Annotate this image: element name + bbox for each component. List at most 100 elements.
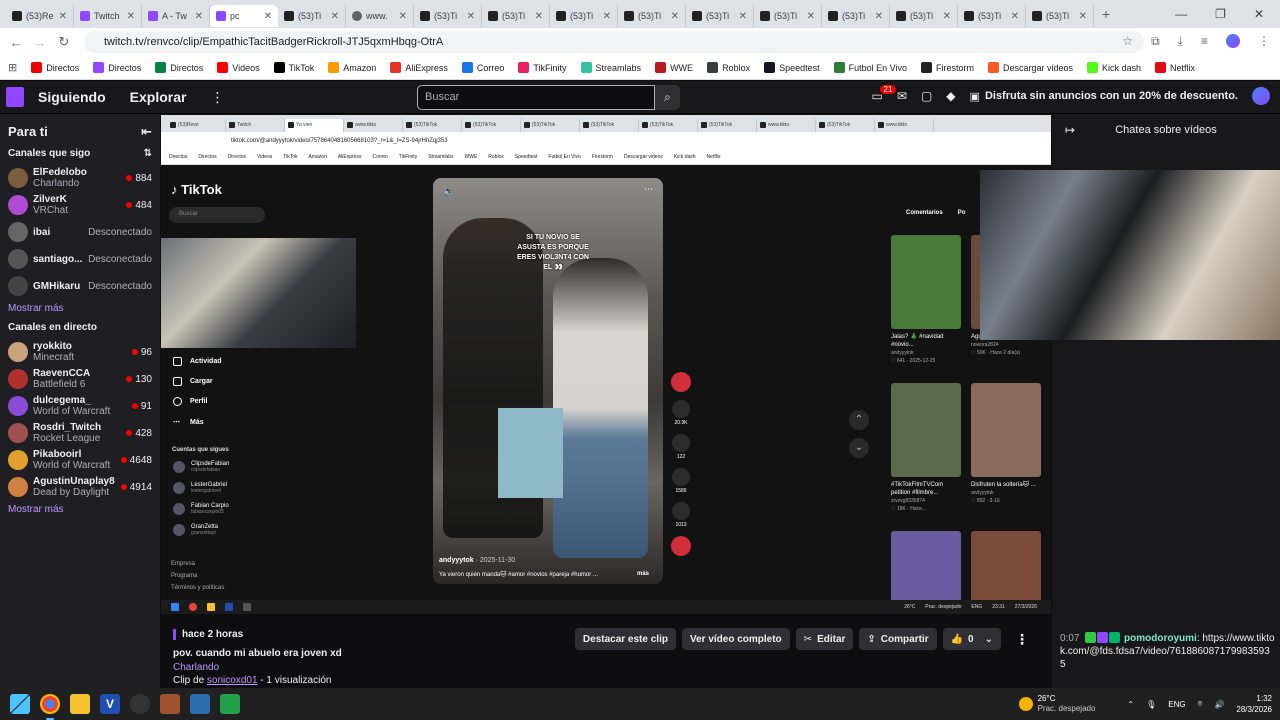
sidebar-channel[interactable]: ryokkito Minecraft 96 (8, 339, 152, 365)
bookmark-star-icon[interactable]: ☆ (1122, 34, 1133, 49)
new-tab-icon[interactable]: + (1094, 6, 1118, 22)
clip-player[interactable]: (53)Revo Twitch Ya vien www.tikto (53)TikTok… (161, 115, 1051, 614)
browser-tab[interactable]: (53)Ti ✕ (482, 5, 550, 27)
browser-tab[interactable]: (53)Ti ✕ (618, 5, 686, 27)
search-input[interactable]: Buscar (417, 85, 655, 110)
sidebar-channel[interactable]: ElFedelobo Charlando 884 (8, 165, 152, 191)
sidebar-channel[interactable]: AgustinUnaplay8 Dead by Daylight 4914 (8, 474, 152, 500)
tray-chevron-icon[interactable]: ⌃ (1127, 700, 1134, 709)
watch-full-video-button[interactable]: Ver vídeo completo (681, 628, 790, 650)
like-button[interactable]: 👍 0 ⌄ (942, 628, 1001, 650)
profile-avatar[interactable] (1226, 34, 1240, 48)
nav-following[interactable]: Siguiendo (38, 89, 106, 105)
close-tab-icon[interactable]: ✕ (943, 11, 951, 22)
share-button[interactable]: ⇪ Compartir (859, 628, 937, 650)
turbo-promo[interactable]: ▣ Disfruta sin anuncios con un 20% de de… (970, 90, 1238, 103)
crown-icon[interactable]: ◆ (946, 89, 955, 103)
browser-tab[interactable]: (53)Ti ✕ (278, 5, 346, 27)
bookmark-item[interactable]: Streamlabs (580, 62, 641, 73)
bookmark-item[interactable]: AliExpress (390, 62, 448, 73)
vegas-icon[interactable]: V (100, 694, 120, 714)
browser-tab[interactable]: www. ✕ (346, 5, 414, 27)
mail-icon[interactable]: ✉ (897, 89, 907, 103)
bookmark-item[interactable]: Directos (155, 62, 203, 73)
bookmark-item[interactable]: TikTok (273, 62, 314, 73)
photos-icon[interactable] (190, 694, 210, 714)
close-tab-icon[interactable]: ✕ (671, 11, 679, 22)
highlight-clip-button[interactable]: Destacar este clip (574, 628, 676, 650)
close-tab-icon[interactable]: ✕ (535, 11, 543, 22)
bookmark-item[interactable]: Amazon (328, 62, 376, 73)
sidebar-channel[interactable]: dulcegema_ World of Warcraft 91 (8, 393, 152, 419)
media-icon[interactable]: ≡ (1201, 34, 1208, 49)
extensions-icon[interactable]: ⧉ (1151, 34, 1160, 49)
close-tab-icon[interactable]: ✕ (127, 11, 135, 22)
browser-tab[interactable]: Twitch ✕ (74, 5, 142, 27)
language-indicator[interactable]: ENG (1168, 700, 1185, 709)
sort-icon[interactable]: ⇅ (144, 148, 152, 159)
browser-tab[interactable]: (53)Ti ✕ (958, 5, 1026, 27)
bookmark-item[interactable]: Correo (461, 62, 504, 73)
close-tab-icon[interactable]: ✕ (195, 11, 203, 22)
nav-browse[interactable]: Explorar (130, 89, 187, 105)
close-tab-icon[interactable]: ✕ (399, 11, 407, 22)
bookmark-item[interactable]: Netflix (1155, 62, 1195, 73)
start-icon[interactable] (10, 694, 30, 714)
bookmark-item[interactable]: TikFinity (518, 62, 567, 73)
bookmark-item[interactable]: Roblox (707, 62, 750, 73)
sidebar-channel[interactable]: RaevenCCA Battlefield 6 130 (8, 366, 152, 392)
inbox-icon[interactable]: ▭ 21 (872, 85, 897, 103)
sidebar-channel[interactable]: santiago... Desconectado (8, 246, 152, 272)
browser-tab[interactable]: (53)Ti ✕ (686, 5, 754, 27)
bookmark-item[interactable]: Directos (93, 62, 141, 73)
bookmark-item[interactable]: Futbol En Vivo (833, 62, 907, 73)
collapse-sidebar-icon[interactable]: ⇤ (141, 124, 152, 140)
chrome-icon[interactable] (40, 694, 60, 720)
bookmark-item[interactable]: Descargar videos (987, 62, 1073, 73)
back-icon[interactable]: ← (4, 35, 28, 50)
file-explorer-icon[interactable] (70, 694, 90, 714)
xbox-icon[interactable] (220, 694, 240, 714)
close-tab-icon[interactable]: ✕ (875, 11, 883, 22)
close-tab-icon[interactable]: ✕ (807, 11, 815, 22)
show-more-followed[interactable]: Mostrar más (8, 303, 152, 314)
close-tab-icon[interactable]: ✕ (603, 11, 611, 22)
whisper-icon[interactable]: ▢ (921, 89, 932, 103)
expand-panel-icon[interactable]: ↦ (1052, 123, 1088, 137)
close-tab-icon[interactable]: ✕ (331, 11, 339, 22)
close-tab-icon[interactable]: ✕ (264, 11, 272, 22)
bookmark-item[interactable]: Directos (31, 62, 79, 73)
close-tab-icon[interactable]: ✕ (59, 11, 67, 22)
more-options-icon[interactable]: ⋮ (1007, 628, 1037, 650)
browser-tab[interactable]: (53)Ti ✕ (1026, 5, 1094, 27)
sidebar-channel[interactable]: Rosdri_Twitch Rocket League 428 (8, 420, 152, 446)
bookmark-item[interactable]: WWE (655, 62, 693, 73)
browser-tab[interactable]: (53)Ti ✕ (550, 5, 618, 27)
maximize-icon[interactable]: ❐ (1215, 7, 1226, 21)
clip-author-link[interactable]: sonicoxd01 (207, 675, 258, 686)
sidebar-channel[interactable]: Pikabooirl World of Warcraft 4648 (8, 447, 152, 473)
mic-icon[interactable]: 🎙 (1146, 700, 1156, 709)
show-more-live[interactable]: Mostrar más (8, 504, 152, 515)
twitch-logo-icon[interactable] (6, 87, 24, 107)
browser-tab[interactable]: (53)Ti ✕ (822, 5, 890, 27)
reload-icon[interactable]: ↻ (52, 34, 76, 50)
clock[interactable]: 1:32 28/3/2026 (1236, 693, 1272, 715)
obs-icon[interactable] (130, 694, 150, 714)
clip-category[interactable]: Charlando (173, 662, 219, 673)
close-tab-icon[interactable]: ✕ (1079, 11, 1087, 22)
menu-icon[interactable]: ⋮ (1258, 34, 1270, 49)
volume-icon[interactable]: 🔊 (1214, 700, 1224, 709)
weather-widget[interactable]: 26°C Prac. despejado (1018, 694, 1095, 714)
more-options-icon[interactable]: ⋮ (210, 89, 224, 106)
edit-button[interactable]: ✂ Editar (795, 628, 854, 650)
browser-tab[interactable]: (53)Re ✕ (6, 5, 74, 27)
search-icon[interactable]: ⌕ (655, 85, 680, 110)
sidebar-channel[interactable]: ZilverK VRChat 484 (8, 192, 152, 218)
user-avatar[interactable] (1252, 87, 1270, 105)
browser-tab[interactable]: (53)Ti ✕ (890, 5, 958, 27)
address-bar[interactable]: twitch.tv/renvco/clip/EmpathicTacitBadge… (84, 31, 1144, 53)
bookmark-item[interactable]: Kick dash (1087, 62, 1141, 73)
network-icon[interactable]: ⌾ (1198, 699, 1203, 709)
sidebar-channel[interactable]: ibai Desconectado (8, 219, 152, 245)
